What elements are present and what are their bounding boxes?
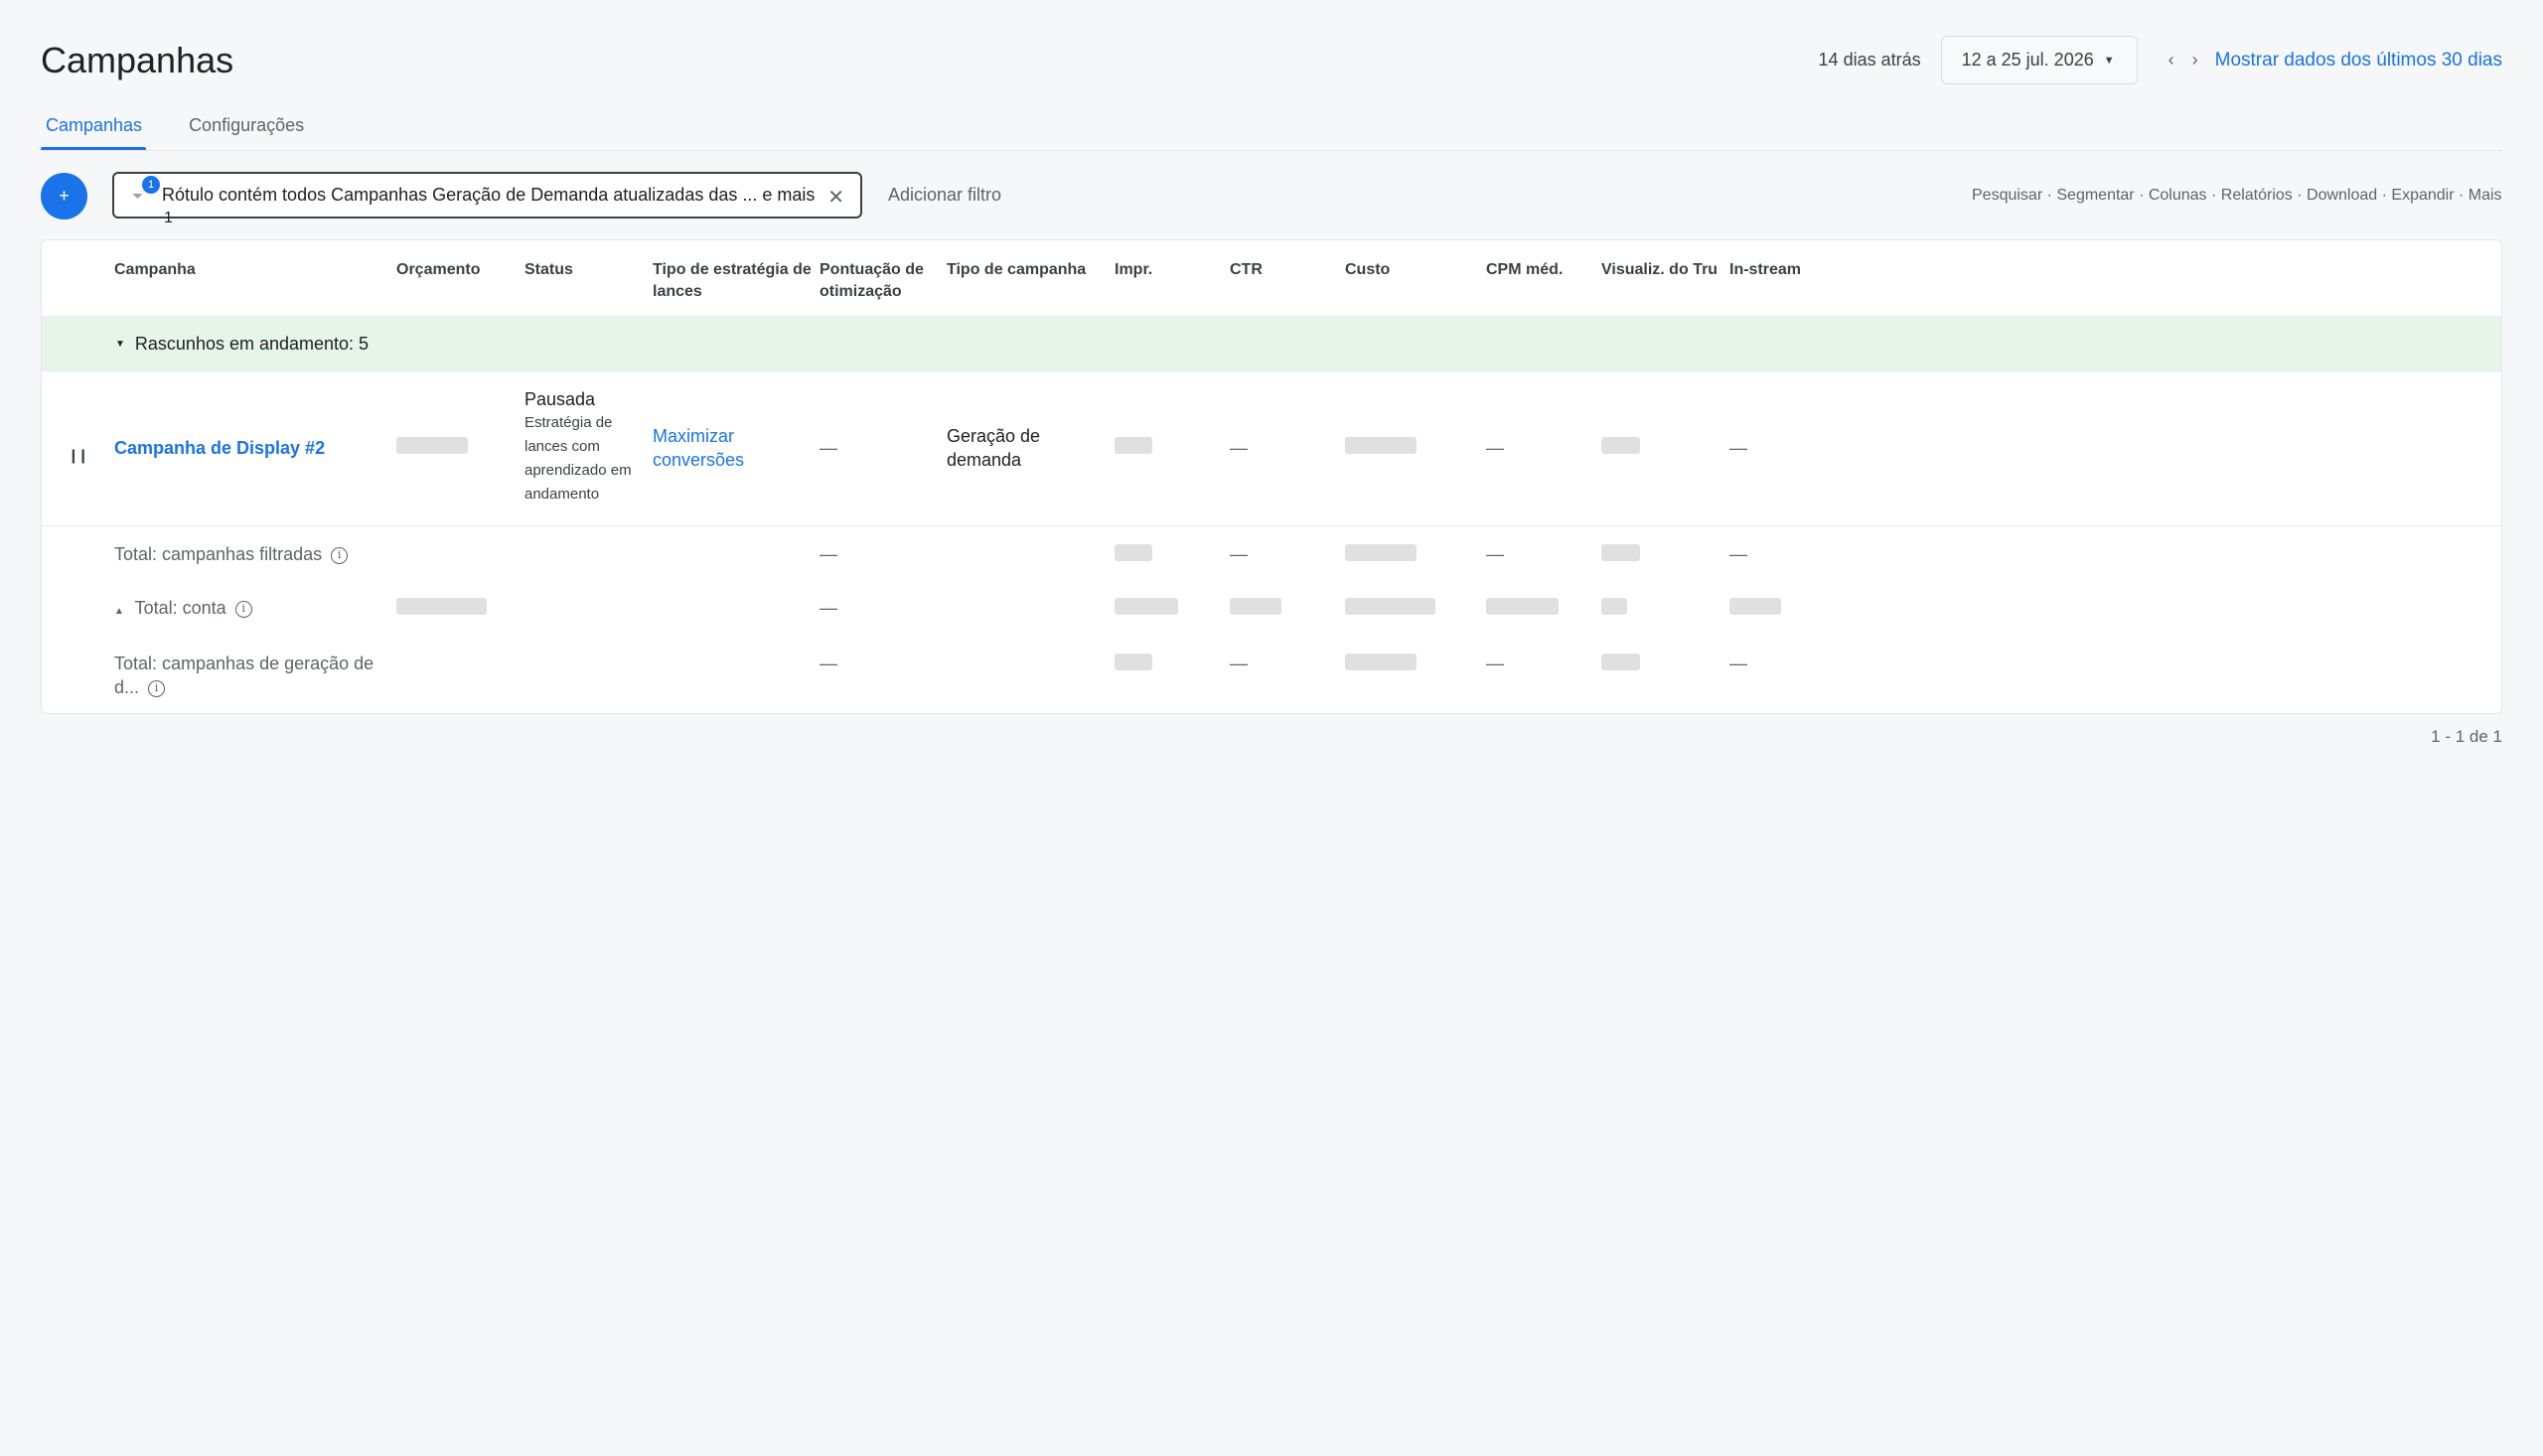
total-account-label: Total: conta (134, 598, 226, 618)
filter-chip[interactable]: ⏷ 1 Rótulo contém todos Campanhas Geraçã… (112, 172, 862, 226)
page-title: Campanhas (41, 40, 234, 80)
total-demand-gen-ctr: — (1230, 654, 1248, 673)
caret-down-icon: ▼ (115, 339, 125, 350)
total-account-row[interactable]: ▲ Total: conta i (114, 596, 252, 624)
total-filtered-views-placeholder (1601, 544, 1640, 561)
campaigns-table: Campanha Orçamento Status Tipo de estrat… (41, 239, 2502, 714)
next-period-button[interactable]: › (2183, 50, 2207, 71)
total-account-in-stream-placeholder (1729, 598, 1781, 615)
row-divider (42, 525, 2501, 526)
total-account-cost-placeholder (1345, 598, 1435, 615)
column-header-cost[interactable]: Custo (1345, 259, 1464, 281)
total-account-budget-placeholder (396, 598, 487, 615)
bid-strategy-link[interactable]: Maximizar conversões (653, 424, 762, 472)
avg-cpm-value: — (1486, 438, 1504, 458)
tab-bar: Campanhas Configurações (41, 109, 2502, 151)
total-filtered-impressions-placeholder (1115, 544, 1152, 561)
total-demand-gen-in-stream: — (1729, 654, 1747, 673)
total-filtered-row: Total: campanhas filtradas i (114, 542, 349, 566)
total-account-views-placeholder (1601, 598, 1627, 615)
add-campaign-button[interactable]: + (41, 173, 87, 219)
status-detail: Estratégia de lances com aprendizado em … (524, 414, 632, 503)
column-header-budget[interactable]: Orçamento (396, 259, 516, 281)
total-account-ctr-placeholder (1230, 598, 1281, 615)
total-demand-gen-views-placeholder (1601, 654, 1640, 670)
drafts-group-row[interactable]: ▼ Rascunhos em andamento: 5 (42, 317, 2501, 371)
date-range-picker[interactable]: 12 a 25 jul. 2026 ▼ (1940, 36, 2138, 84)
pause-icon[interactable]: ❙❙ (68, 447, 89, 464)
optimization-score-value: — (820, 438, 837, 458)
total-filtered-ctr: — (1230, 544, 1248, 564)
impressions-placeholder (1115, 437, 1152, 454)
status-value: Pausada (524, 389, 596, 409)
info-icon[interactable]: i (331, 546, 349, 564)
column-header-ctr[interactable]: CTR (1230, 259, 1329, 281)
column-header-campaign[interactable]: Campanha (114, 259, 273, 281)
days-ago-label: 14 dias atrás (1818, 50, 1921, 70)
column-header-optimization-score[interactable]: Pontuação de otimização (820, 259, 939, 303)
column-header-trueview-views[interactable]: Visualiz. do Tru (1601, 259, 1730, 281)
trueview-views-placeholder (1601, 437, 1640, 454)
column-header-status[interactable]: Status (524, 259, 644, 281)
table-toolbar[interactable]: Pesquisar · Segmentar · Colunas · Relató… (1972, 185, 2503, 207)
total-demand-gen-optimization-score: — (820, 654, 837, 673)
column-header-in-stream[interactable]: In-stream (1729, 259, 1839, 281)
total-demand-gen-row: Total: campanhas de geração de d... i (114, 652, 382, 699)
filter-count-label: 1 (164, 210, 173, 226)
total-demand-gen-impressions-placeholder (1115, 654, 1152, 670)
total-filtered-cpm: — (1486, 544, 1504, 564)
total-account-cpm-placeholder (1486, 598, 1559, 615)
total-filtered-optimization-score: — (820, 544, 837, 564)
date-range-value: 12 a 25 jul. 2026 (1961, 50, 2094, 70)
drafts-group-text: Rascunhos em andamento: 5 (134, 334, 370, 354)
last-30-days-link[interactable]: Mostrar dados dos últimos 30 dias (2215, 50, 2502, 72)
filter-chip-text: Rótulo contém todos Campanhas Geração de… (162, 185, 816, 205)
budget-placeholder (396, 437, 468, 454)
campaign-type-value: Geração de demanda (947, 426, 1041, 470)
filter-count-badge: 1 (142, 176, 160, 194)
campaign-name-link[interactable]: Campanha de Display #2 (114, 436, 325, 460)
info-icon[interactable]: i (148, 679, 166, 697)
caret-down-icon: ▼ (2103, 54, 2115, 67)
caret-up-icon: ▲ (114, 606, 124, 617)
previous-period-button[interactable]: ‹ (2160, 50, 2183, 71)
in-stream-value: — (1729, 438, 1747, 458)
column-header-avg-cpm[interactable]: CPM méd. (1486, 259, 1595, 281)
add-filter-button[interactable]: Adicionar filtro (888, 185, 1001, 206)
drafts-group-label[interactable]: ▼ Rascunhos em andamento: 5 (115, 334, 369, 355)
total-filtered-in-stream: — (1729, 544, 1747, 564)
tab-settings[interactable]: Configurações (184, 109, 308, 150)
tab-campaigns[interactable]: Campanhas (41, 109, 147, 150)
column-header-bid-strategy[interactable]: Tipo de estratégia de lances (653, 259, 817, 303)
close-icon[interactable]: ✕ (827, 185, 844, 210)
cost-placeholder (1345, 437, 1417, 454)
ctr-value: — (1230, 438, 1248, 458)
info-icon[interactable]: i (234, 600, 252, 618)
total-account-impressions-placeholder (1115, 598, 1178, 615)
total-demand-gen-cpm: — (1486, 654, 1504, 673)
total-demand-gen-cost-placeholder (1345, 654, 1417, 670)
pagination-label: 1 - 1 de 1 (2431, 727, 2502, 746)
column-header-campaign-type[interactable]: Tipo de campanha (947, 259, 1106, 281)
total-filtered-cost-placeholder (1345, 544, 1417, 561)
total-filtered-label: Total: campanhas filtradas (114, 544, 323, 564)
filter-icon: ⏷ (132, 188, 144, 204)
date-range-area: 14 dias atrás 12 a 25 jul. 2026 ▼ ‹ › Mo… (1819, 36, 2502, 84)
total-account-optimization-score: — (820, 598, 837, 618)
column-header-impressions[interactable]: Impr. (1115, 259, 1214, 281)
